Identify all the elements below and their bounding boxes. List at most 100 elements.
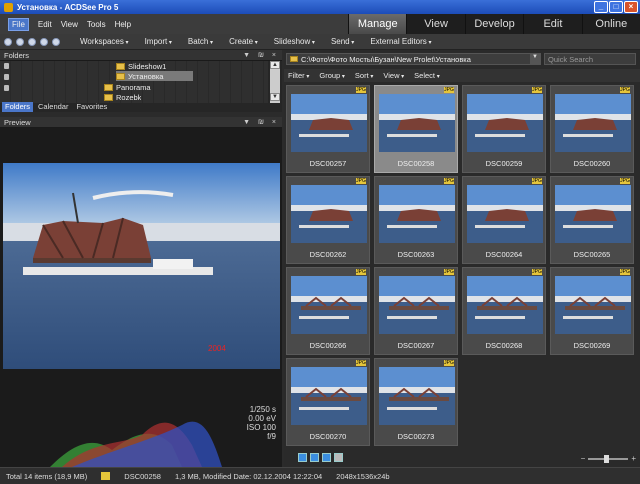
thumbnail-caption: DSC00264 xyxy=(485,250,523,259)
folder-tree[interactable]: Slideshow1 Установка Panorama Rozebk xyxy=(0,61,268,103)
file-badge: JPG xyxy=(356,360,366,366)
tree-item-selected[interactable]: Установка xyxy=(116,71,194,81)
tab-view[interactable]: View xyxy=(406,14,464,34)
thumbnail-dsc00262[interactable]: JPG DSC00262 xyxy=(286,176,370,264)
scroll-down-icon[interactable]: ▼ xyxy=(270,93,280,101)
thumbnail-caption: DSC00273 xyxy=(397,432,435,441)
create-menu[interactable]: Create xyxy=(229,37,258,46)
quick-search-input[interactable]: Quick Search xyxy=(544,53,636,65)
zoom-slider[interactable] xyxy=(588,454,629,463)
forward-icon[interactable] xyxy=(16,37,24,46)
pin-icon[interactable] xyxy=(4,74,9,80)
tool-icon[interactable] xyxy=(322,453,331,462)
thumbnail-caption: DSC00267 xyxy=(397,341,435,350)
exposure-value: 0.00 eV xyxy=(248,414,276,423)
tab-calendar[interactable]: Calendar xyxy=(35,102,71,112)
external-editors-menu[interactable]: External Editors xyxy=(370,37,431,46)
folders-tabs: Folders Calendar Favorites xyxy=(0,102,110,112)
thumbnail-caption: DSC00270 xyxy=(309,432,347,441)
thumbnail-caption: DSC00268 xyxy=(485,341,523,350)
tree-item[interactable]: Rozebk xyxy=(104,93,141,101)
slideshow-menu[interactable]: Slideshow xyxy=(274,37,315,46)
browser-tools xyxy=(298,453,343,462)
tab-edit[interactable]: Edit xyxy=(523,14,581,34)
batch-menu[interactable]: Batch xyxy=(188,37,213,46)
thumbnail-dsc00268[interactable]: JPG DSC00268 xyxy=(462,267,546,355)
file-badge: JPG xyxy=(356,178,366,184)
thumbnail-dsc00269[interactable]: JPG DSC00269 xyxy=(550,267,634,355)
tab-online[interactable]: Online xyxy=(581,14,640,34)
select-menu[interactable]: Select xyxy=(414,71,440,80)
photo-thumbnail xyxy=(379,94,455,152)
filter-menu[interactable]: Filter xyxy=(288,71,309,80)
photo-thumbnail xyxy=(467,185,543,243)
file-badge: JPG xyxy=(444,87,454,93)
tree-item[interactable]: Panorama xyxy=(104,82,151,92)
folder-scrollbar[interactable]: ▲ ▼ xyxy=(270,61,280,103)
thumbnail-dsc00259[interactable]: JPG DSC00259 xyxy=(462,85,546,173)
menu-tools[interactable]: Tools xyxy=(87,20,106,29)
status-total: Total 14 items (18,9 MB) xyxy=(6,471,88,481)
menu-edit[interactable]: Edit xyxy=(38,20,52,29)
main-toolbar: Workspaces Import Batch Create Slideshow… xyxy=(0,34,640,50)
thumbnail-dsc00263[interactable]: JPG DSC00263 xyxy=(374,176,458,264)
menu-help[interactable]: Help xyxy=(115,20,131,29)
folders-panel-header: Folders ▼ ₪ × xyxy=(0,50,282,61)
tool-icon[interactable] xyxy=(310,453,319,462)
group-menu[interactable]: Group xyxy=(319,71,345,80)
panel-controls[interactable]: ▼ ₪ × xyxy=(243,119,279,126)
tool-icon[interactable] xyxy=(298,453,307,462)
preview-panel-header: Preview ▼ ₪ × xyxy=(0,117,282,128)
tab-favorites[interactable]: Favorites xyxy=(73,102,110,112)
zoom-in-button[interactable]: + xyxy=(631,454,636,463)
folder-icon xyxy=(116,62,125,70)
close-button[interactable]: × xyxy=(624,1,638,13)
menu-file[interactable]: File xyxy=(8,17,29,31)
thumbnail-dsc00258[interactable]: JPG DSC00258 xyxy=(374,85,458,173)
status-info: 1,3 MB, Modified Date: 02.12.2004 12:22:… xyxy=(174,471,323,481)
current-path: C:\Фото\Фото Мосты\Бузан\New Prolet\Уста… xyxy=(301,54,471,64)
tab-folders[interactable]: Folders xyxy=(2,102,34,112)
pin-icon[interactable] xyxy=(4,63,9,69)
chevron-down-icon[interactable]: ▼ xyxy=(530,54,540,64)
panel-controls[interactable]: ▼ ₪ × xyxy=(243,52,279,59)
photo-thumbnail xyxy=(291,367,367,425)
scroll-up-icon[interactable]: ▲ xyxy=(270,61,280,69)
thumbnail-dsc00267[interactable]: JPG DSC00267 xyxy=(374,267,458,355)
thumbnail-dsc00270[interactable]: JPG DSC00270 xyxy=(286,358,370,446)
zoom-out-button[interactable]: − xyxy=(581,454,586,463)
refresh-icon[interactable] xyxy=(40,37,48,46)
thumbnail-dsc00257[interactable]: JPG DSC00257 xyxy=(286,85,370,173)
path-bar[interactable]: C:\Фото\Фото Мосты\Бузан\New Prolet\Уста… xyxy=(286,53,541,65)
up-folder-icon[interactable] xyxy=(28,37,36,46)
home-icon[interactable] xyxy=(52,37,60,46)
preview-image: 2004 xyxy=(3,163,280,369)
thumbnail-dsc00266[interactable]: JPG DSC00266 xyxy=(286,267,370,355)
window-controls: _ □ × xyxy=(594,1,638,13)
maximize-button[interactable]: □ xyxy=(609,1,623,13)
tab-develop[interactable]: Develop xyxy=(464,14,523,34)
tool-icon[interactable] xyxy=(334,453,343,462)
tree-item[interactable]: Slideshow1 xyxy=(116,61,166,71)
thumbnail-dsc00265[interactable]: JPG DSC00265 xyxy=(550,176,634,264)
photo-thumbnail xyxy=(291,94,367,152)
zoom-slider-knob[interactable] xyxy=(604,454,610,463)
svg-text:2004: 2004 xyxy=(208,344,226,353)
thumbnail-caption: DSC00265 xyxy=(573,250,611,259)
workspaces-menu[interactable]: Workspaces xyxy=(80,37,129,46)
file-badge: JPG xyxy=(356,87,366,93)
pin-icon[interactable] xyxy=(4,85,9,91)
tab-manage[interactable]: Manage xyxy=(348,14,407,34)
view-menu[interactable]: View xyxy=(383,71,404,80)
import-menu[interactable]: Import xyxy=(145,37,172,46)
back-icon[interactable] xyxy=(4,37,12,46)
thumbnail-dsc00273[interactable]: JPG DSC00273 xyxy=(374,358,458,446)
photo-thumbnail xyxy=(555,185,631,243)
thumbnail-dsc00264[interactable]: JPG DSC00264 xyxy=(462,176,546,264)
menu-view[interactable]: View xyxy=(61,20,78,29)
minimize-button[interactable]: _ xyxy=(594,1,608,13)
send-menu[interactable]: Send xyxy=(331,37,354,46)
sort-menu[interactable]: Sort xyxy=(355,71,373,80)
thumbnail-dsc00260[interactable]: JPG DSC00260 xyxy=(550,85,634,173)
zoom-control: − + xyxy=(581,454,636,463)
